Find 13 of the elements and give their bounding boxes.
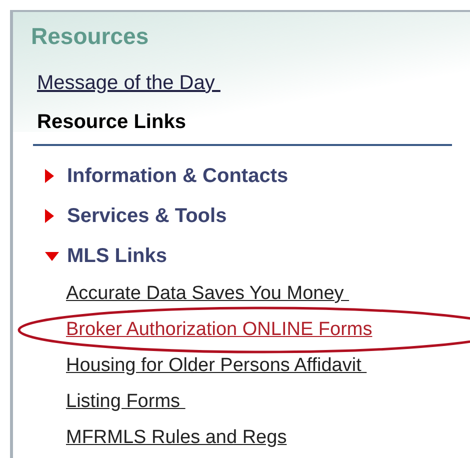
section-heading: Resource Links <box>37 110 187 135</box>
caret-down-icon[interactable] <box>45 252 59 260</box>
mls-link[interactable]: Listing Forms <box>66 390 186 414</box>
caret-right-icon[interactable] <box>45 169 54 183</box>
mls-link[interactable]: Accurate Data Saves You Money <box>66 282 350 306</box>
category-label[interactable]: MLS Links <box>67 243 168 269</box>
panel-title: Resources <box>31 22 150 50</box>
caret-right-icon[interactable] <box>45 209 54 223</box>
mls-link[interactable]: Housing for Older Persons Affidavit <box>66 354 367 378</box>
message-link[interactable]: Message of the Day <box>37 72 220 94</box>
category-label[interactable]: Services & Tools <box>67 203 227 229</box>
category-label[interactable]: Information & Contacts <box>67 163 288 189</box>
mls-link[interactable]: MFRMLS Rules and Regs <box>66 426 287 450</box>
